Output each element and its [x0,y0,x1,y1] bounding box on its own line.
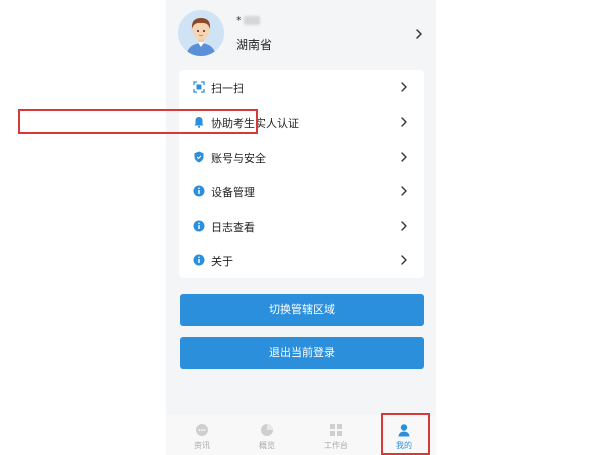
menu-item-scan[interactable]: 扫一扫 [179,70,424,104]
highlight-box-tab-mine [381,413,430,455]
logout-button[interactable]: 退出当前登录 [180,337,424,369]
tab-overview[interactable]: 概览 [239,415,295,455]
menu-item-about[interactable]: 关于 [179,243,424,277]
chevron-right-icon [401,82,407,92]
chevron-right-icon [401,255,407,265]
pie-chart-icon [261,424,273,436]
province-label: 湖南省 [236,38,273,52]
avatar-illustration [178,10,224,56]
shield-icon [194,151,204,163]
switch-region-button[interactable]: 切换管辖区域 [180,294,424,326]
profile-header[interactable]: * 湖南省 [166,0,436,66]
menu-item-account-security[interactable]: 账号与安全 [179,140,424,174]
phone-screen: * 湖南省 扫一扫 协助考生实人认证 账号与安全 设备管理 日志查看 关于 切换… [166,0,436,455]
menu-item-label: 日志查看 [211,221,255,234]
username-redacted [244,16,260,25]
info-icon [193,254,205,266]
menu-item-log-view[interactable]: 日志查看 [179,209,424,243]
chevron-right-icon [401,221,407,231]
tab-news[interactable]: 资讯 [174,415,230,455]
avatar [178,10,224,56]
tab-label: 工作台 [324,441,348,450]
menu-item-label: 扫一扫 [211,82,244,95]
menu-item-label: 关于 [211,255,233,268]
menu-item-label: 账号与安全 [211,152,266,165]
tab-label: 概览 [259,441,275,450]
info-icon [193,185,205,197]
tab-workbench[interactable]: 工作台 [308,415,364,455]
scan-icon [193,81,205,93]
chevron-right-icon [401,186,407,196]
highlight-box-assist-verification [18,109,258,134]
chat-icon [196,424,208,436]
tab-label: 资讯 [194,441,210,450]
username: * [236,14,243,27]
menu-item-device-management[interactable]: 设备管理 [179,174,424,208]
menu-item-label: 设备管理 [211,186,255,199]
chevron-right-icon [401,117,407,127]
grid-icon [330,424,342,436]
info-icon [193,220,205,232]
chevron-right-icon [416,29,422,39]
chevron-right-icon [401,152,407,162]
settings-menu: 扫一扫 协助考生实人认证 账号与安全 设备管理 日志查看 关于 [179,70,424,278]
